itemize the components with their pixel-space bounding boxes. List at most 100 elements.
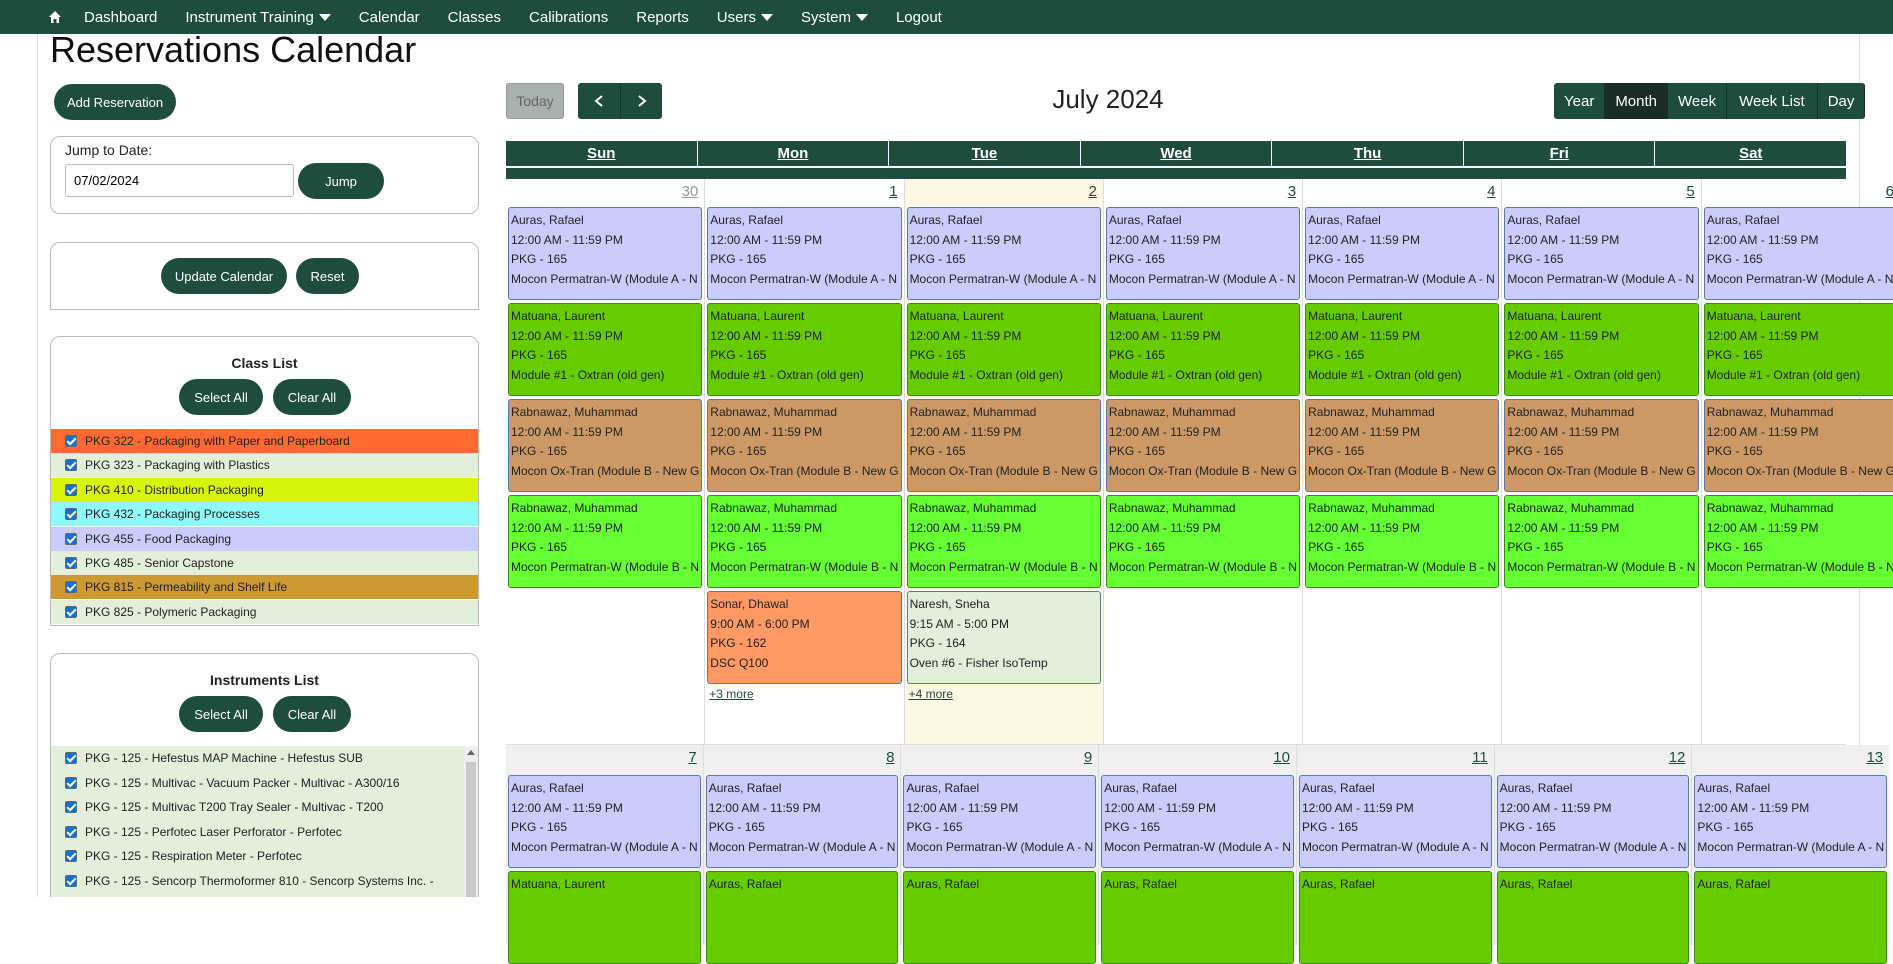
calendar-day-cell[interactable]: 7 Auras, Rafael 12:00 AM - 11:59 PM PKG - 1…: [506, 745, 704, 964]
scrollbar-thumb[interactable]: [466, 762, 476, 897]
instrument-list-item[interactable]: PKG - 125 - Respiration Meter - Perfotec: [51, 844, 478, 869]
calendar-event[interactable]: Matuana, Laurent 12:00 AM - 11:59 PM PKG -…: [906, 303, 1101, 396]
calendar-day-cell[interactable]: 6 Auras, Rafael 12:00 AM - 11:59 PM PKG - 1…: [1702, 179, 1893, 744]
calendar-event[interactable]: Naresh, Sneha 9:15 AM - 5:00 PM PKG - 164 O…: [906, 591, 1101, 684]
checkbox-checked[interactable]: [65, 801, 77, 814]
view-year-button[interactable]: Year: [1554, 83, 1606, 119]
instruments-clear-all-button[interactable]: Clear All: [273, 696, 351, 732]
day-header-sun[interactable]: Sun: [506, 141, 698, 166]
more-events-link[interactable]: +3 more: [707, 687, 901, 707]
calendar-day-cell[interactable]: 1 Auras, Rafael 12:00 AM - 11:59 PM PKG - 1…: [705, 179, 905, 744]
calendar-day-cell[interactable]: 4 Auras, Rafael 12:00 AM - 11:59 PM PKG - 1…: [1303, 179, 1503, 744]
today-button[interactable]: Today: [506, 83, 564, 119]
calendar-event[interactable]: Rabnawaz, Muhammad 12:00 AM - 11:59 PM PKG…: [906, 495, 1101, 588]
calendar-event[interactable]: Matuana, Laurent 12:00 AM - 11:59 PM PKG -…: [1305, 303, 1500, 396]
instrument-list-item[interactable]: PKG - 125 - Multivac T200 Tray Sealer - …: [51, 795, 478, 820]
day-header-wed[interactable]: Wed: [1081, 141, 1273, 166]
calendar-event[interactable]: Matuana, Laurent 12:00 AM - 11:59 PM PKG -…: [1105, 303, 1301, 396]
day-header-thu[interactable]: Thu: [1272, 141, 1464, 166]
calendar-event[interactable]: Auras, Rafael: [1298, 871, 1492, 964]
class-list-item[interactable]: PKG 323 - Packaging with Plastics: [50, 453, 479, 478]
calendar-event[interactable]: Rabnawaz, Muhammad 12:00 AM - 11:59 PM PKG…: [1703, 495, 1893, 588]
class-clear-all-button[interactable]: Clear All: [273, 379, 351, 415]
class-list-item[interactable]: PKG 432 - Packaging Processes: [50, 502, 479, 527]
day-number[interactable]: 6: [1704, 179, 1893, 207]
calendar-day-cell[interactable]: 11 Auras, Rafael 12:00 AM - 11:59 PM PKG - …: [1296, 745, 1495, 964]
update-calendar-button[interactable]: Update Calendar: [161, 258, 287, 294]
checkbox-checked[interactable]: [65, 825, 77, 838]
calendar-event[interactable]: Rabnawaz, Muhammad 12:00 AM - 11:59 PM PKG…: [707, 399, 902, 492]
nav-item-instrument-training[interactable]: Instrument Training: [185, 9, 331, 26]
nav-item-calendar[interactable]: Calendar: [359, 9, 420, 26]
nav-item-logout[interactable]: Logout: [896, 9, 942, 26]
day-number[interactable]: 7: [508, 745, 701, 775]
day-number[interactable]: 2: [907, 179, 1101, 207]
calendar-event[interactable]: Rabnawaz, Muhammad 12:00 AM - 11:59 PM PKG…: [1305, 495, 1500, 588]
calendar-event[interactable]: Sonar, Dhawal 9:00 AM - 6:00 PM PKG - 162 D…: [707, 591, 902, 684]
calendar-event[interactable]: Auras, Rafael: [1496, 871, 1690, 964]
calendar-event[interactable]: Auras, Rafael 12:00 AM - 11:59 PM PKG - 16…: [707, 207, 902, 300]
day-number[interactable]: 1: [707, 179, 901, 207]
nav-item-users[interactable]: Users: [717, 9, 773, 26]
calendar-event[interactable]: Matuana, Laurent 12:00 AM - 11:59 PM PKG -…: [508, 303, 703, 396]
instrument-list-item[interactable]: 810: [51, 893, 478, 897]
reset-button[interactable]: Reset: [296, 258, 359, 294]
checkbox-checked[interactable]: [65, 874, 77, 887]
view-day-button[interactable]: Day: [1818, 83, 1866, 119]
calendar-event[interactable]: Matuana, Laurent: [508, 871, 701, 964]
calendar-event[interactable]: Auras, Rafael 12:00 AM - 11:59 PM PKG - 16…: [906, 207, 1101, 300]
calendar-event[interactable]: Auras, Rafael 12:00 AM - 11:59 PM PKG - 16…: [1298, 775, 1492, 868]
day-header-tue[interactable]: Tue: [889, 141, 1081, 166]
day-number[interactable]: 10: [1101, 745, 1294, 775]
calendar-day-cell[interactable]: 12 Auras, Rafael 12:00 AM - 11:59 PM PKG - …: [1494, 745, 1693, 964]
calendar-event[interactable]: Auras, Rafael 12:00 AM - 11:59 PM PKG - 16…: [1101, 775, 1294, 868]
class-list-item[interactable]: PKG 825 - Polymeric Packaging: [50, 599, 479, 624]
day-number[interactable]: 11: [1299, 745, 1492, 775]
day-header-fri[interactable]: Fri: [1464, 141, 1656, 166]
checkbox-checked[interactable]: [65, 508, 77, 521]
prev-month-button[interactable]: [578, 83, 620, 119]
calendar-day-cell[interactable]: 3 Auras, Rafael 12:00 AM - 11:59 PM PKG - 1…: [1104, 179, 1304, 744]
day-header-mon[interactable]: Mon: [698, 141, 890, 166]
calendar-event[interactable]: Rabnawaz, Muhammad 12:00 AM - 11:59 PM PKG…: [707, 495, 902, 588]
nav-item-reports[interactable]: Reports: [636, 9, 689, 26]
day-number[interactable]: 3: [1106, 179, 1300, 207]
checkbox-checked[interactable]: [65, 557, 77, 569]
calendar-day-cell[interactable]: 2 Auras, Rafael 12:00 AM - 11:59 PM PKG - 1…: [904, 179, 1104, 744]
calendar-event[interactable]: Auras, Rafael 12:00 AM - 11:59 PM PKG - 16…: [903, 775, 1097, 868]
day-number[interactable]: 13: [1694, 745, 1887, 775]
class-list-item[interactable]: PKG 815 - Permeability and Shelf Life: [50, 575, 479, 600]
add-reservation-button[interactable]: Add Reservation: [54, 84, 176, 120]
class-list-item[interactable]: PKG 455 - Food Packaging: [50, 526, 479, 551]
jump-date-input[interactable]: [65, 164, 294, 197]
checkbox-checked[interactable]: [65, 483, 77, 496]
calendar-event[interactable]: Matuana, Laurent 12:00 AM - 11:59 PM PKG -…: [1504, 303, 1699, 396]
day-number[interactable]: 4: [1305, 179, 1499, 207]
view-month-button[interactable]: Month: [1605, 83, 1669, 119]
calendar-event[interactable]: Rabnawaz, Muhammad 12:00 AM - 11:59 PM PKG…: [1105, 495, 1301, 588]
day-number[interactable]: 5: [1504, 179, 1698, 207]
calendar-event[interactable]: Rabnawaz, Muhammad 12:00 AM - 11:59 PM PKG…: [1504, 495, 1699, 588]
calendar-event[interactable]: Rabnawaz, Muhammad 12:00 AM - 11:59 PM PKG…: [1504, 399, 1699, 492]
calendar-day-cell[interactable]: 30 Auras, Rafael 12:00 AM - 11:59 PM PKG - …: [506, 179, 706, 744]
class-list-item[interactable]: PKG 410 - Distribution Packaging: [50, 477, 479, 502]
view-week-list-button[interactable]: Week List: [1727, 83, 1818, 119]
day-number[interactable]: 9: [903, 745, 1096, 775]
day-number[interactable]: 30: [508, 179, 702, 207]
checkbox-checked[interactable]: [65, 776, 77, 789]
next-month-button[interactable]: [620, 83, 662, 119]
checkbox-checked[interactable]: [65, 532, 77, 545]
calendar-day-cell[interactable]: 10 Auras, Rafael 12:00 AM - 11:59 PM PKG - …: [1099, 745, 1297, 964]
calendar-event[interactable]: Auras, Rafael: [1694, 871, 1888, 964]
calendar-event[interactable]: Rabnawaz, Muhammad 12:00 AM - 11:59 PM PKG…: [906, 399, 1101, 492]
calendar-event[interactable]: Auras, Rafael: [903, 871, 1097, 964]
view-week-button[interactable]: Week: [1668, 83, 1728, 119]
instrument-list-item[interactable]: PKG - 125 - Perfotec Laser Perforator - …: [51, 820, 478, 845]
calendar-event[interactable]: Auras, Rafael 12:00 AM - 11:59 PM PKG - 16…: [1105, 207, 1301, 300]
nav-item-classes[interactable]: Classes: [448, 9, 501, 26]
day-number[interactable]: 8: [706, 745, 899, 775]
calendar-event[interactable]: Auras, Rafael 12:00 AM - 11:59 PM PKG - 16…: [1694, 775, 1888, 868]
calendar-day-cell[interactable]: 13 Auras, Rafael 12:00 AM - 11:59 PM PKG - …: [1692, 745, 1890, 964]
calendar-event[interactable]: Auras, Rafael 12:00 AM - 11:59 PM PKG - 16…: [1496, 775, 1690, 868]
calendar-event[interactable]: Matuana, Laurent 12:00 AM - 11:59 PM PKG -…: [1703, 303, 1893, 396]
